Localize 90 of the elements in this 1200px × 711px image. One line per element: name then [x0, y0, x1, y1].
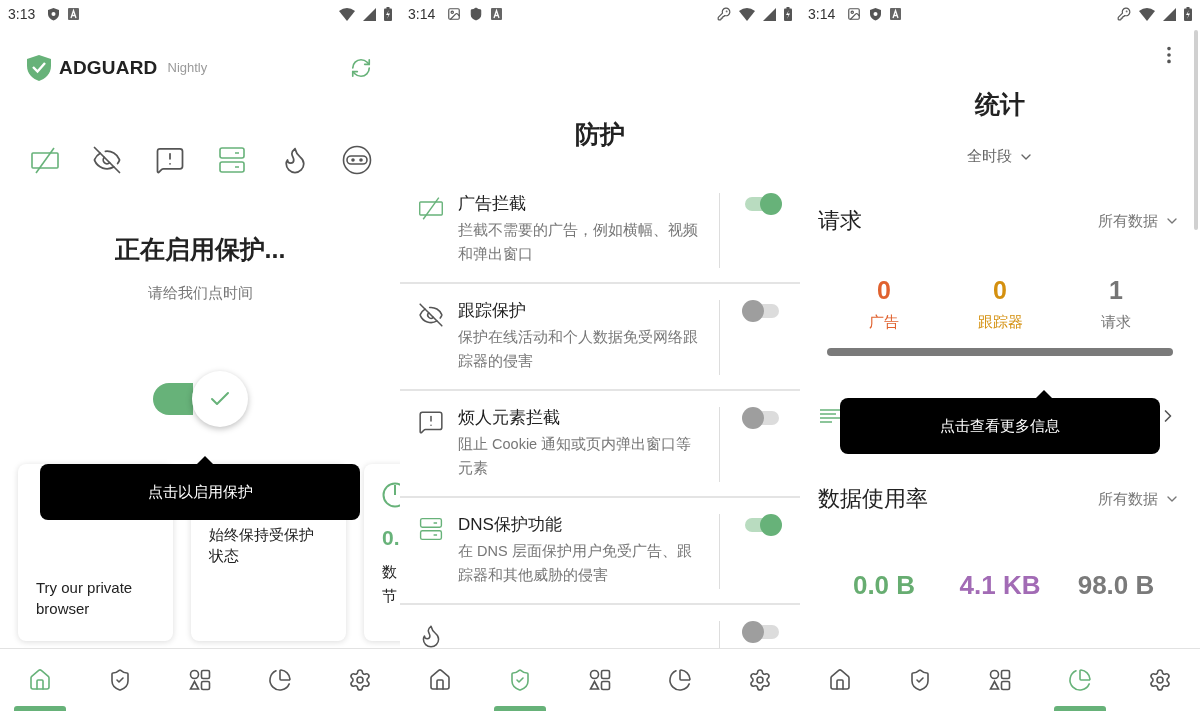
- shield-icon: [108, 668, 132, 692]
- filter-dropdown[interactable]: 所有数据: [1098, 489, 1180, 509]
- signal-icon: [363, 7, 376, 21]
- home-icon: [428, 668, 452, 692]
- feature-description: 在 DNS 层面保护用户免受广告、跟踪器和其他威胁的侵害: [458, 542, 693, 585]
- card-text: 数: [382, 562, 398, 582]
- stat-value: 98.0 B: [1077, 570, 1155, 601]
- feature-title: 广告拦截: [458, 193, 527, 215]
- stat-label: 广告: [869, 313, 899, 332]
- eye-off-icon: [418, 302, 444, 328]
- battery-icon: [784, 7, 792, 21]
- key-icon: [1117, 7, 1131, 21]
- stat-value: 1: [1109, 276, 1123, 305]
- app-icon: [68, 8, 80, 20]
- status-title: 正在启用保护...: [113, 234, 287, 265]
- apps-icon: [988, 668, 1012, 692]
- feature-description: 保护在线活动和个人数据免受网络跟踪器的侵害: [458, 328, 699, 371]
- stat-value: 0: [877, 276, 891, 305]
- signal-icon: [763, 7, 776, 21]
- card-text: 始终保持受保护状态: [209, 525, 315, 566]
- card-text: 节: [382, 586, 398, 606]
- battery-icon: [384, 7, 392, 21]
- image-icon: [447, 7, 462, 21]
- feature-title: DNS保护功能: [458, 514, 563, 536]
- pie-chart-icon: [668, 668, 692, 692]
- status-time: 3:13: [8, 6, 36, 22]
- shield-icon: [47, 7, 61, 21]
- section-title: 请求: [818, 207, 862, 235]
- stat-value: 0.0 B: [852, 570, 916, 601]
- period-selector[interactable]: 全时段: [966, 147, 1034, 166]
- toggle-knob[interactable]: [192, 371, 248, 427]
- feature-title: 烦人元素拦截: [458, 407, 561, 429]
- pie-chart-icon: [268, 668, 292, 692]
- app-icon: [890, 8, 902, 20]
- refresh-icon[interactable]: [350, 56, 372, 79]
- home-icon: [828, 668, 852, 692]
- list-icon: [820, 409, 840, 423]
- stat-value: 4.1 KB: [959, 570, 1041, 601]
- brand-name: ADGUARD: [59, 56, 158, 79]
- card-text: Try our private browser: [36, 578, 134, 619]
- toggle-track[interactable]: [153, 383, 193, 415]
- warning-message-icon: [418, 409, 444, 435]
- battery-icon: [1184, 7, 1192, 21]
- filter-dropdown[interactable]: 所有数据: [1098, 211, 1180, 231]
- signal-icon: [1163, 7, 1176, 21]
- settings-icon: [348, 668, 372, 692]
- eye-off-icon: [92, 145, 123, 175]
- stat-value: 0: [993, 276, 1007, 305]
- tooltip-arrow: [1035, 390, 1053, 399]
- server-icon: [418, 516, 444, 542]
- apps-icon: [588, 668, 612, 692]
- shield-icon: [469, 7, 484, 21]
- wifi-icon: [339, 7, 355, 21]
- feature-description: 拦截不需要的广告，例如横幅、视频和弹出窗口: [458, 221, 699, 264]
- server-icon: [217, 145, 248, 175]
- app-icon: [491, 8, 503, 20]
- warning-message-icon: [154, 145, 185, 175]
- pie-chart-icon: [1068, 668, 1092, 692]
- card-value: 0.: [382, 526, 400, 550]
- wifi-icon: [1139, 7, 1155, 21]
- section-title: 数据使用率: [818, 485, 928, 513]
- feature-title: 跟踪保护: [458, 300, 527, 322]
- key-icon: [717, 7, 731, 21]
- stat-label: 跟踪器: [977, 313, 1023, 332]
- edition-label: Nightly: [167, 60, 208, 75]
- feature-description: 阻止 Cookie 通知或页内弹出窗口等元素: [458, 435, 693, 478]
- stats-card[interactable]: 0. 数 节: [364, 464, 400, 641]
- mask-face-icon: [341, 145, 372, 175]
- ad-block-icon: [418, 195, 444, 221]
- home-icon: [28, 668, 52, 692]
- logo-icon: [27, 54, 51, 81]
- apps-icon: [188, 668, 212, 692]
- selected-indicator: [494, 706, 546, 711]
- shield-icon: [908, 668, 932, 692]
- shield-icon: [869, 7, 883, 21]
- status-time: 3:14: [808, 6, 836, 22]
- screen-title: 防护: [574, 119, 626, 150]
- settings-icon: [748, 668, 772, 692]
- status-subtitle: 请给我们点时间: [146, 284, 254, 303]
- screen-title: 统计: [973, 89, 1026, 120]
- wifi-icon: [739, 7, 755, 21]
- stat-label: 请求: [1101, 313, 1131, 332]
- shield-icon: [508, 668, 532, 692]
- tooltip-arrow: [196, 456, 214, 465]
- selected-indicator: [1054, 706, 1106, 711]
- ad-block-icon: [30, 145, 60, 175]
- image-icon: [847, 7, 862, 21]
- status-time: 3:14: [408, 6, 436, 22]
- selected-indicator: [14, 706, 66, 711]
- settings-icon: [1148, 668, 1172, 692]
